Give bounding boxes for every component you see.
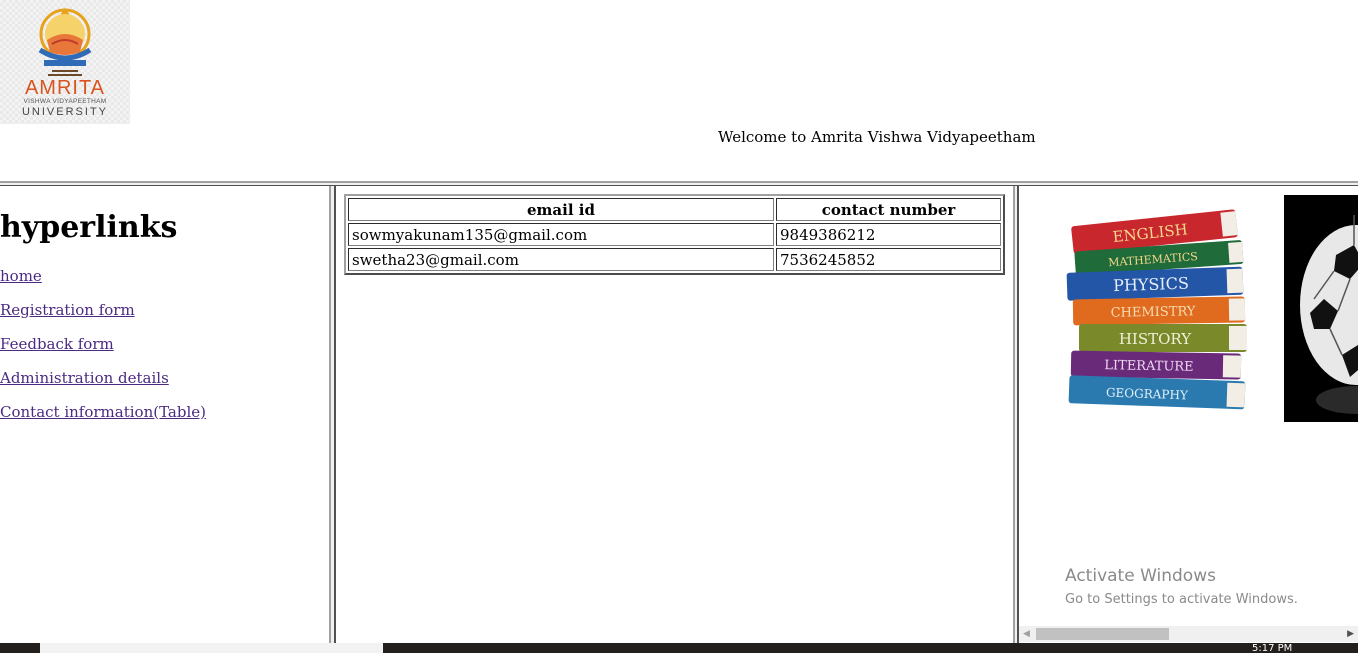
table-header-row: email id contact number	[348, 198, 1001, 221]
book-history: HISTORY	[1079, 324, 1247, 352]
horizontal-scrollbar[interactable]: ◀ ▶	[1019, 626, 1358, 642]
book-label: HISTORY	[1119, 330, 1192, 348]
table-row: swetha23@gmail.com 7536245852	[348, 248, 1001, 271]
taskbar-search-box[interactable]	[40, 643, 383, 653]
book-label: GEOGRAPHY	[1106, 386, 1189, 403]
logo-lettering: AMRITA VISHWA VIDYAPEETHAM UNIVERSITY	[0, 78, 130, 118]
contact-table: email id contact number sowmyakunam135@g…	[344, 194, 1005, 275]
football-icon	[1300, 215, 1358, 414]
column-header-contact-number: contact number	[776, 198, 1001, 221]
scroll-right-arrow-icon[interactable]: ▶	[1347, 629, 1354, 639]
activate-windows-title: Activate Windows	[1065, 566, 1216, 586]
amrita-logo: AMRITA VISHWA VIDYAPEETHAM UNIVERSITY	[0, 0, 130, 124]
book-chemistry: CHEMISTRY	[1072, 296, 1246, 326]
football-image	[1284, 195, 1358, 422]
scrollbar-thumb[interactable]	[1036, 628, 1169, 640]
image-frame: ENGLISH MATHEMATICS PHYSICS CHEMISTRY HI	[1019, 186, 1358, 643]
content-frame: email id contact number sowmyakunam135@g…	[336, 186, 1013, 643]
email-cell: sowmyakunam135@gmail.com	[348, 223, 774, 246]
nav-link-contact-information[interactable]: Contact information(Table)	[0, 403, 206, 421]
navigation-frame: hyperlinks home Registration form Feedba…	[0, 186, 329, 643]
nav-link-home[interactable]: home	[0, 267, 42, 285]
book-label: PHYSICS	[1113, 274, 1189, 296]
logo-brand-text: AMRITA	[24, 77, 106, 99]
scroll-left-arrow-icon[interactable]: ◀	[1023, 629, 1030, 639]
header-frame: AMRITA VISHWA VIDYAPEETHAM UNIVERSITY We…	[0, 0, 1358, 181]
emblem-icon	[38, 8, 92, 76]
book-literature: LITERATURE	[1070, 350, 1242, 380]
taskbar: 5:17 PM	[0, 643, 1358, 654]
welcome-text: Welcome to Amrita Vishwa Vidyapeetham	[718, 128, 1036, 146]
column-header-email: email id	[348, 198, 774, 221]
logo-subtitle-text: VISHWA VIDYAPEETHAM	[23, 98, 107, 105]
book-label: LITERATURE	[1104, 358, 1194, 375]
hyperlinks-heading: hyperlinks	[0, 210, 178, 245]
logo-university-text: UNIVERSITY	[21, 106, 108, 118]
books-stack-image: ENGLISH MATHEMATICS PHYSICS CHEMISTRY HI	[1066, 209, 1247, 410]
table-row: sowmyakunam135@gmail.com 9849386212	[348, 223, 1001, 246]
nav-link-registration-form[interactable]: Registration form	[0, 301, 135, 319]
book-geography: GEOGRAPHY	[1068, 375, 1246, 410]
email-cell: swetha23@gmail.com	[348, 248, 774, 271]
activate-windows-subtitle: Go to Settings to activate Windows.	[1065, 592, 1298, 607]
nav-link-feedback-form[interactable]: Feedback form	[0, 335, 114, 353]
book-label: CHEMISTRY	[1111, 304, 1196, 320]
contact-number-cell: 9849386212	[776, 223, 1001, 246]
nav-link-administration-details[interactable]: Administration details	[0, 369, 169, 387]
contact-number-cell: 7536245852	[776, 248, 1001, 271]
